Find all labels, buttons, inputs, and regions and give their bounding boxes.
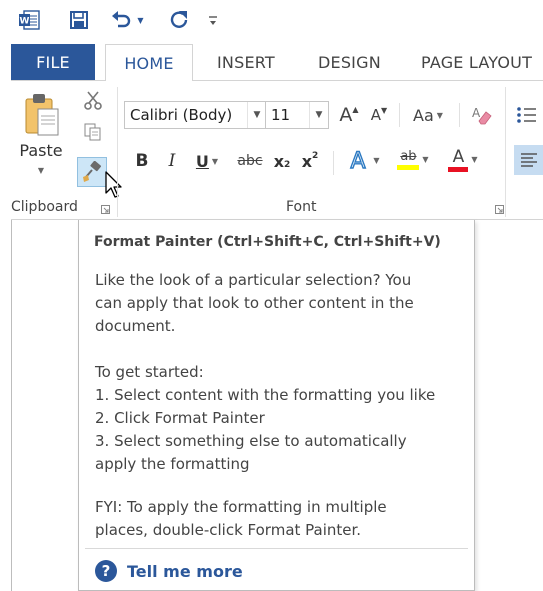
tab-page-layout[interactable]: PAGE LAYOUT	[421, 44, 532, 80]
grow-font-button[interactable]: A ▲	[336, 101, 362, 129]
bold-button[interactable]: B	[129, 147, 155, 175]
clipboard-group-label: Clipboard	[11, 199, 78, 215]
underline-button[interactable]: U ▼	[189, 147, 225, 175]
shrink-font-label: A	[370, 106, 382, 124]
tooltip-line: 1. Select content with the formatting yo…	[95, 386, 436, 404]
tell-me-more-link[interactable]: ? Tell me more	[95, 560, 243, 582]
mouse-pointer-icon	[105, 171, 122, 198]
tooltip-line: 2. Click Format Painter	[95, 409, 265, 427]
highlight-color-button[interactable]: ab ▼	[391, 143, 435, 175]
svg-text:A: A	[472, 106, 481, 120]
paste-button[interactable]: Paste ▼	[19, 91, 63, 185]
chevron-down-icon[interactable]: ▼	[309, 102, 328, 128]
tooltip-title: Format Painter (Ctrl+Shift+C, Ctrl+Shift…	[94, 234, 441, 250]
svg-text:W: W	[20, 17, 30, 27]
svg-text:A: A	[351, 149, 366, 172]
customize-qat-icon[interactable]	[204, 8, 222, 32]
copy-icon[interactable]	[81, 121, 105, 143]
underline-label: U	[195, 151, 209, 171]
font-group-label: Font	[286, 199, 317, 215]
group-divider	[505, 87, 506, 217]
text-effects-button[interactable]: A ▼	[341, 145, 385, 175]
tooltip-line: apply the formatting	[95, 455, 250, 473]
paste-icon	[25, 94, 59, 136]
format-painter-icon	[83, 161, 101, 182]
shrink-font-button[interactable]: A ▼	[366, 101, 392, 129]
cut-icon[interactable]	[81, 89, 105, 111]
ribbon-tabs: FILE HOME INSERT DESIGN PAGE LAYOUT	[0, 44, 543, 81]
grow-font-label: A	[339, 104, 353, 126]
tab-home[interactable]: HOME	[105, 44, 193, 81]
ribbon: Paste ▼ Clipboard Calibri (Body) ▼ 11 ▼ …	[11, 80, 543, 220]
word-logo-icon: W	[16, 8, 42, 32]
bullets-icon[interactable]	[511, 101, 541, 129]
divider	[399, 103, 400, 127]
redo-icon[interactable]	[166, 8, 192, 32]
paste-label: Paste	[19, 141, 63, 160]
subscript-button[interactable]: x2	[269, 147, 295, 175]
undo-icon	[112, 11, 131, 28]
italic-button[interactable]: I	[159, 147, 185, 175]
font-color-icon: A	[448, 146, 469, 172]
font-size-combo[interactable]: 11 ▼	[265, 101, 329, 129]
superscript-button[interactable]: x2	[297, 147, 323, 175]
eraser-icon: A	[472, 106, 492, 125]
tab-insert[interactable]: INSERT	[217, 44, 275, 80]
document-edge	[11, 220, 12, 591]
tab-file[interactable]: FILE	[11, 44, 95, 80]
change-case-label: Aa	[413, 105, 434, 125]
help-icon: ?	[95, 560, 117, 582]
strikethrough-button[interactable]: abc	[233, 147, 267, 175]
font-size-value: 11	[271, 106, 291, 124]
group-divider	[117, 87, 118, 217]
tell-me-more-label: Tell me more	[127, 561, 243, 581]
clear-formatting-button[interactable]: A	[466, 101, 496, 129]
save-icon[interactable]	[66, 8, 92, 32]
chevron-down-icon[interactable]: ▼	[247, 102, 266, 128]
tooltip-line: 3. Select something else to automaticall…	[95, 432, 407, 450]
font-color-label: A	[452, 146, 465, 167]
paste-dropdown-arrow[interactable]: ▼	[38, 166, 44, 175]
font-family-value: Calibri (Body)	[130, 106, 233, 124]
tooltip-line: places, double-click Format Painter.	[95, 521, 362, 539]
font-launcher-icon[interactable]	[493, 203, 505, 215]
tooltip-line: To get started:	[95, 363, 204, 381]
format-painter-button[interactable]	[77, 157, 107, 187]
align-left-icon[interactable]	[514, 145, 543, 175]
tooltip-line: FYI: To apply the formatting in multiple	[95, 498, 387, 516]
tooltip-line: can apply that look to other content in …	[95, 294, 414, 312]
divider	[333, 151, 334, 175]
undo-button[interactable]: ▼	[107, 8, 147, 32]
tooltip-line: Like the look of a particular selection?…	[95, 271, 412, 289]
font-color-button[interactable]: A ▼	[441, 143, 485, 175]
clipboard-launcher-icon[interactable]	[99, 203, 111, 215]
tooltip-line: document.	[95, 317, 176, 335]
text-effects-icon: A	[350, 148, 366, 172]
format-painter-tooltip: Format Painter (Ctrl+Shift+C, Ctrl+Shift…	[78, 220, 475, 591]
divider	[459, 103, 460, 127]
tooltip-divider	[85, 548, 468, 549]
superscript-label: x	[301, 151, 313, 171]
highlight-label: ab	[400, 148, 417, 164]
quick-access-toolbar: W ▼	[0, 0, 543, 44]
subscript-label: x	[273, 151, 285, 171]
highlighter-icon: ab	[397, 148, 420, 170]
tab-design[interactable]: DESIGN	[318, 44, 381, 80]
change-case-button[interactable]: Aa ▼	[403, 101, 453, 129]
font-family-combo[interactable]: Calibri (Body) ▼	[124, 101, 267, 129]
